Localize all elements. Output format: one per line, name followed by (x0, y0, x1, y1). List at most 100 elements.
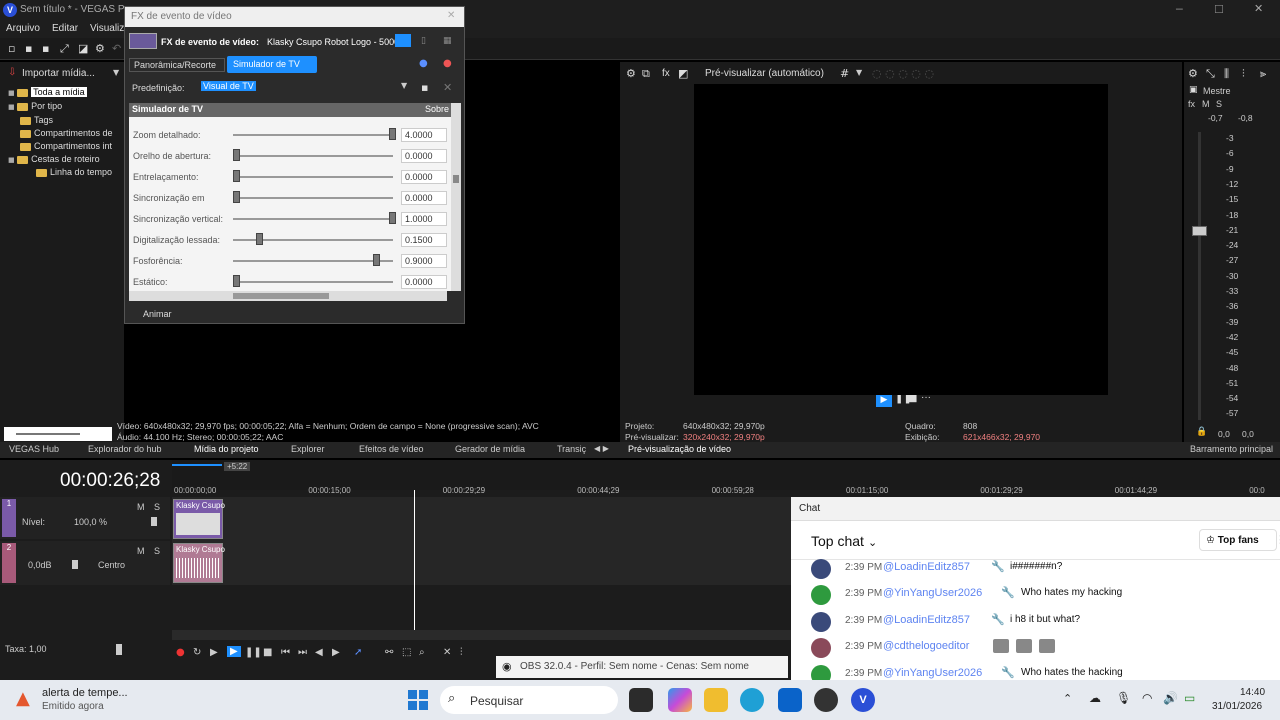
track-area[interactable] (172, 497, 792, 585)
tab-media-generators[interactable]: Gerador de mídia (455, 444, 525, 454)
preview-quality-select[interactable]: Pré-visualizar (automático) (705, 68, 824, 79)
go-to-end-icon[interactable]: ⏭ (298, 647, 307, 658)
tree-item-by-type[interactable]: ■ Por tipo (8, 101, 62, 111)
chat-author[interactable]: @LoadinEditz857 (883, 614, 970, 626)
fx-param-slider-thumb[interactable] (256, 233, 264, 245)
fx-param-value[interactable]: 0.0000 (401, 191, 447, 205)
chevron-up-icon[interactable]: ⌃ (1063, 692, 1072, 705)
play-from-start-icon[interactable]: ▶ (210, 647, 218, 658)
menu-edit[interactable]: Editar (52, 23, 78, 34)
previous-frame-icon[interactable]: ◀ (315, 647, 323, 658)
fx-param-slider[interactable] (233, 155, 393, 157)
edge-browser-icon[interactable] (740, 688, 764, 712)
fx-param-slider-thumb[interactable] (373, 254, 381, 266)
master-fader[interactable] (1192, 226, 1207, 236)
rate-slider[interactable] (116, 644, 122, 655)
properties-icon[interactable]: ◪ (78, 42, 88, 55)
tab-master-bus[interactable]: Barramento principal (1190, 444, 1273, 454)
close-icon[interactable]: ✕ (1254, 2, 1263, 15)
fx-param-value[interactable]: 4.0000 (401, 128, 447, 142)
maximize-icon[interactable]: ☐ (1214, 3, 1224, 16)
copilot-icon[interactable] (668, 688, 692, 712)
obs-taskbar-icon[interactable] (814, 688, 838, 712)
avatar[interactable] (811, 665, 831, 680)
search-box[interactable]: ⌕ Pesquisar (440, 686, 618, 714)
level-slider[interactable] (151, 517, 157, 526)
loop-icon[interactable]: ↻ (193, 647, 201, 658)
fx-param-slider[interactable] (233, 134, 393, 136)
tab-hub-explorer[interactable]: Explorador do hub (88, 444, 162, 454)
grid-icon[interactable]: # (840, 67, 849, 80)
timeline-scrollbar[interactable] (172, 630, 792, 640)
chat-author[interactable]: @cdthelogoeditor (883, 640, 969, 652)
task-view-icon[interactable] (629, 688, 653, 712)
record-icon[interactable]: ● (176, 647, 185, 658)
split-screen-icon[interactable]: ◩ (678, 67, 688, 80)
fx-chain-icon[interactable]: ● (419, 58, 428, 69)
fx-param-value[interactable]: 1.0000 (401, 212, 447, 226)
undo-icon[interactable]: ↶ (112, 42, 121, 55)
new-file-icon[interactable]: ▫ (8, 42, 15, 55)
fx-param-slider[interactable] (233, 176, 393, 178)
fx-param-value[interactable]: 0.0000 (401, 149, 447, 163)
fx-param-slider-thumb[interactable] (389, 212, 396, 224)
top-fans-button[interactable]: ♔ Top fans (1199, 529, 1277, 551)
obs-window-thumbnail[interactable]: ◉ OBS 32.0.4 - Perfil: Sem nome - Cenas:… (496, 656, 788, 678)
chat-author[interactable]: @YinYangUser2026 (883, 667, 982, 679)
lock-icon[interactable]: 🔒 (1196, 427, 1207, 437)
close-icon[interactable]: ✕ (447, 10, 455, 21)
fx-param-value[interactable]: 0.0000 (401, 275, 447, 289)
preset-select[interactable]: Visual de TV ▼ (201, 80, 411, 94)
playhead-cursor[interactable] (414, 490, 415, 630)
fx-chain-tv-simulator[interactable]: Simulador de TV (227, 56, 317, 73)
avatar[interactable] (811, 559, 831, 579)
zoom-tool-icon[interactable]: ⌕ (419, 647, 425, 658)
chevron-down-icon[interactable]: ▼ (856, 68, 862, 77)
tab-video-preview[interactable]: Pré-visualização de vídeo (628, 444, 731, 454)
notification-title[interactable]: alerta de tempe... (42, 687, 128, 699)
color-swatch[interactable] (395, 34, 411, 47)
clock-date[interactable]: 31/01/2026 (1212, 701, 1262, 712)
tree-item-timeline[interactable]: Linha do tempo (36, 167, 112, 177)
fx-chain-pan-crop[interactable]: Panorâmica/Recorte (129, 58, 225, 72)
fx-param-slider[interactable] (233, 197, 393, 199)
chevron-down-icon[interactable]: ▼ (113, 68, 119, 77)
fx-param-slider-thumb[interactable] (389, 128, 396, 140)
solo-button[interactable]: S (154, 502, 160, 512)
avatar[interactable] (811, 585, 831, 605)
fx-param-slider-thumb[interactable] (233, 149, 240, 161)
settings-icon[interactable]: ⚙ (626, 67, 636, 80)
minimize-icon[interactable]: ─ (1176, 3, 1183, 16)
horizontal-scrollbar[interactable] (129, 291, 447, 301)
mute-button[interactable]: M (137, 546, 145, 556)
go-to-start-icon[interactable]: ⏮ (281, 647, 290, 658)
warning-icon[interactable]: ▲ (16, 688, 30, 709)
stop-icon[interactable]: ■ (263, 647, 272, 658)
animate-button[interactable]: Animar (143, 309, 172, 319)
params-scrollbar[interactable] (451, 103, 461, 291)
tree-item-all-media[interactable]: ■ Toda a mídia (8, 87, 87, 97)
vegas-taskbar-icon[interactable]: V (851, 688, 875, 712)
delete-preset-icon[interactable]: ✕ (443, 81, 452, 94)
fx-param-slider[interactable] (233, 260, 393, 262)
microphone-icon[interactable]: 🎙 (1116, 691, 1131, 705)
fx-toolbar-icon[interactable]: ▦ (443, 36, 452, 46)
solo-button[interactable]: S (154, 546, 160, 556)
next-frame-icon[interactable]: ▶ (332, 647, 340, 658)
avatar[interactable] (811, 638, 831, 658)
fx-param-slider-thumb[interactable] (233, 191, 240, 203)
menu-view[interactable]: Visualiz (90, 23, 124, 34)
import-media-button[interactable]: Importar mídia... (22, 68, 95, 79)
video-clip[interactable]: Klasky Csupo (173, 499, 225, 539)
save-preset-icon[interactable]: ▪ (421, 81, 428, 94)
chat-author[interactable]: @LoadinEditz857 (883, 561, 970, 573)
import-media-icon[interactable]: ⇩ (8, 67, 16, 78)
avatar[interactable] (811, 612, 831, 632)
levels-icon[interactable]: ⫶ (1242, 67, 1245, 81)
windows-start-icon[interactable] (408, 690, 428, 710)
tree-item-storyboard[interactable]: ■ Cestas de roteiro (8, 154, 100, 164)
chat-author[interactable]: @YinYangUser2026 (883, 587, 982, 599)
fx-param-slider-thumb[interactable] (233, 170, 240, 182)
pause-icon[interactable]: ❚❚ (245, 647, 262, 658)
audio-clip[interactable]: Klasky Csupo (173, 543, 225, 583)
